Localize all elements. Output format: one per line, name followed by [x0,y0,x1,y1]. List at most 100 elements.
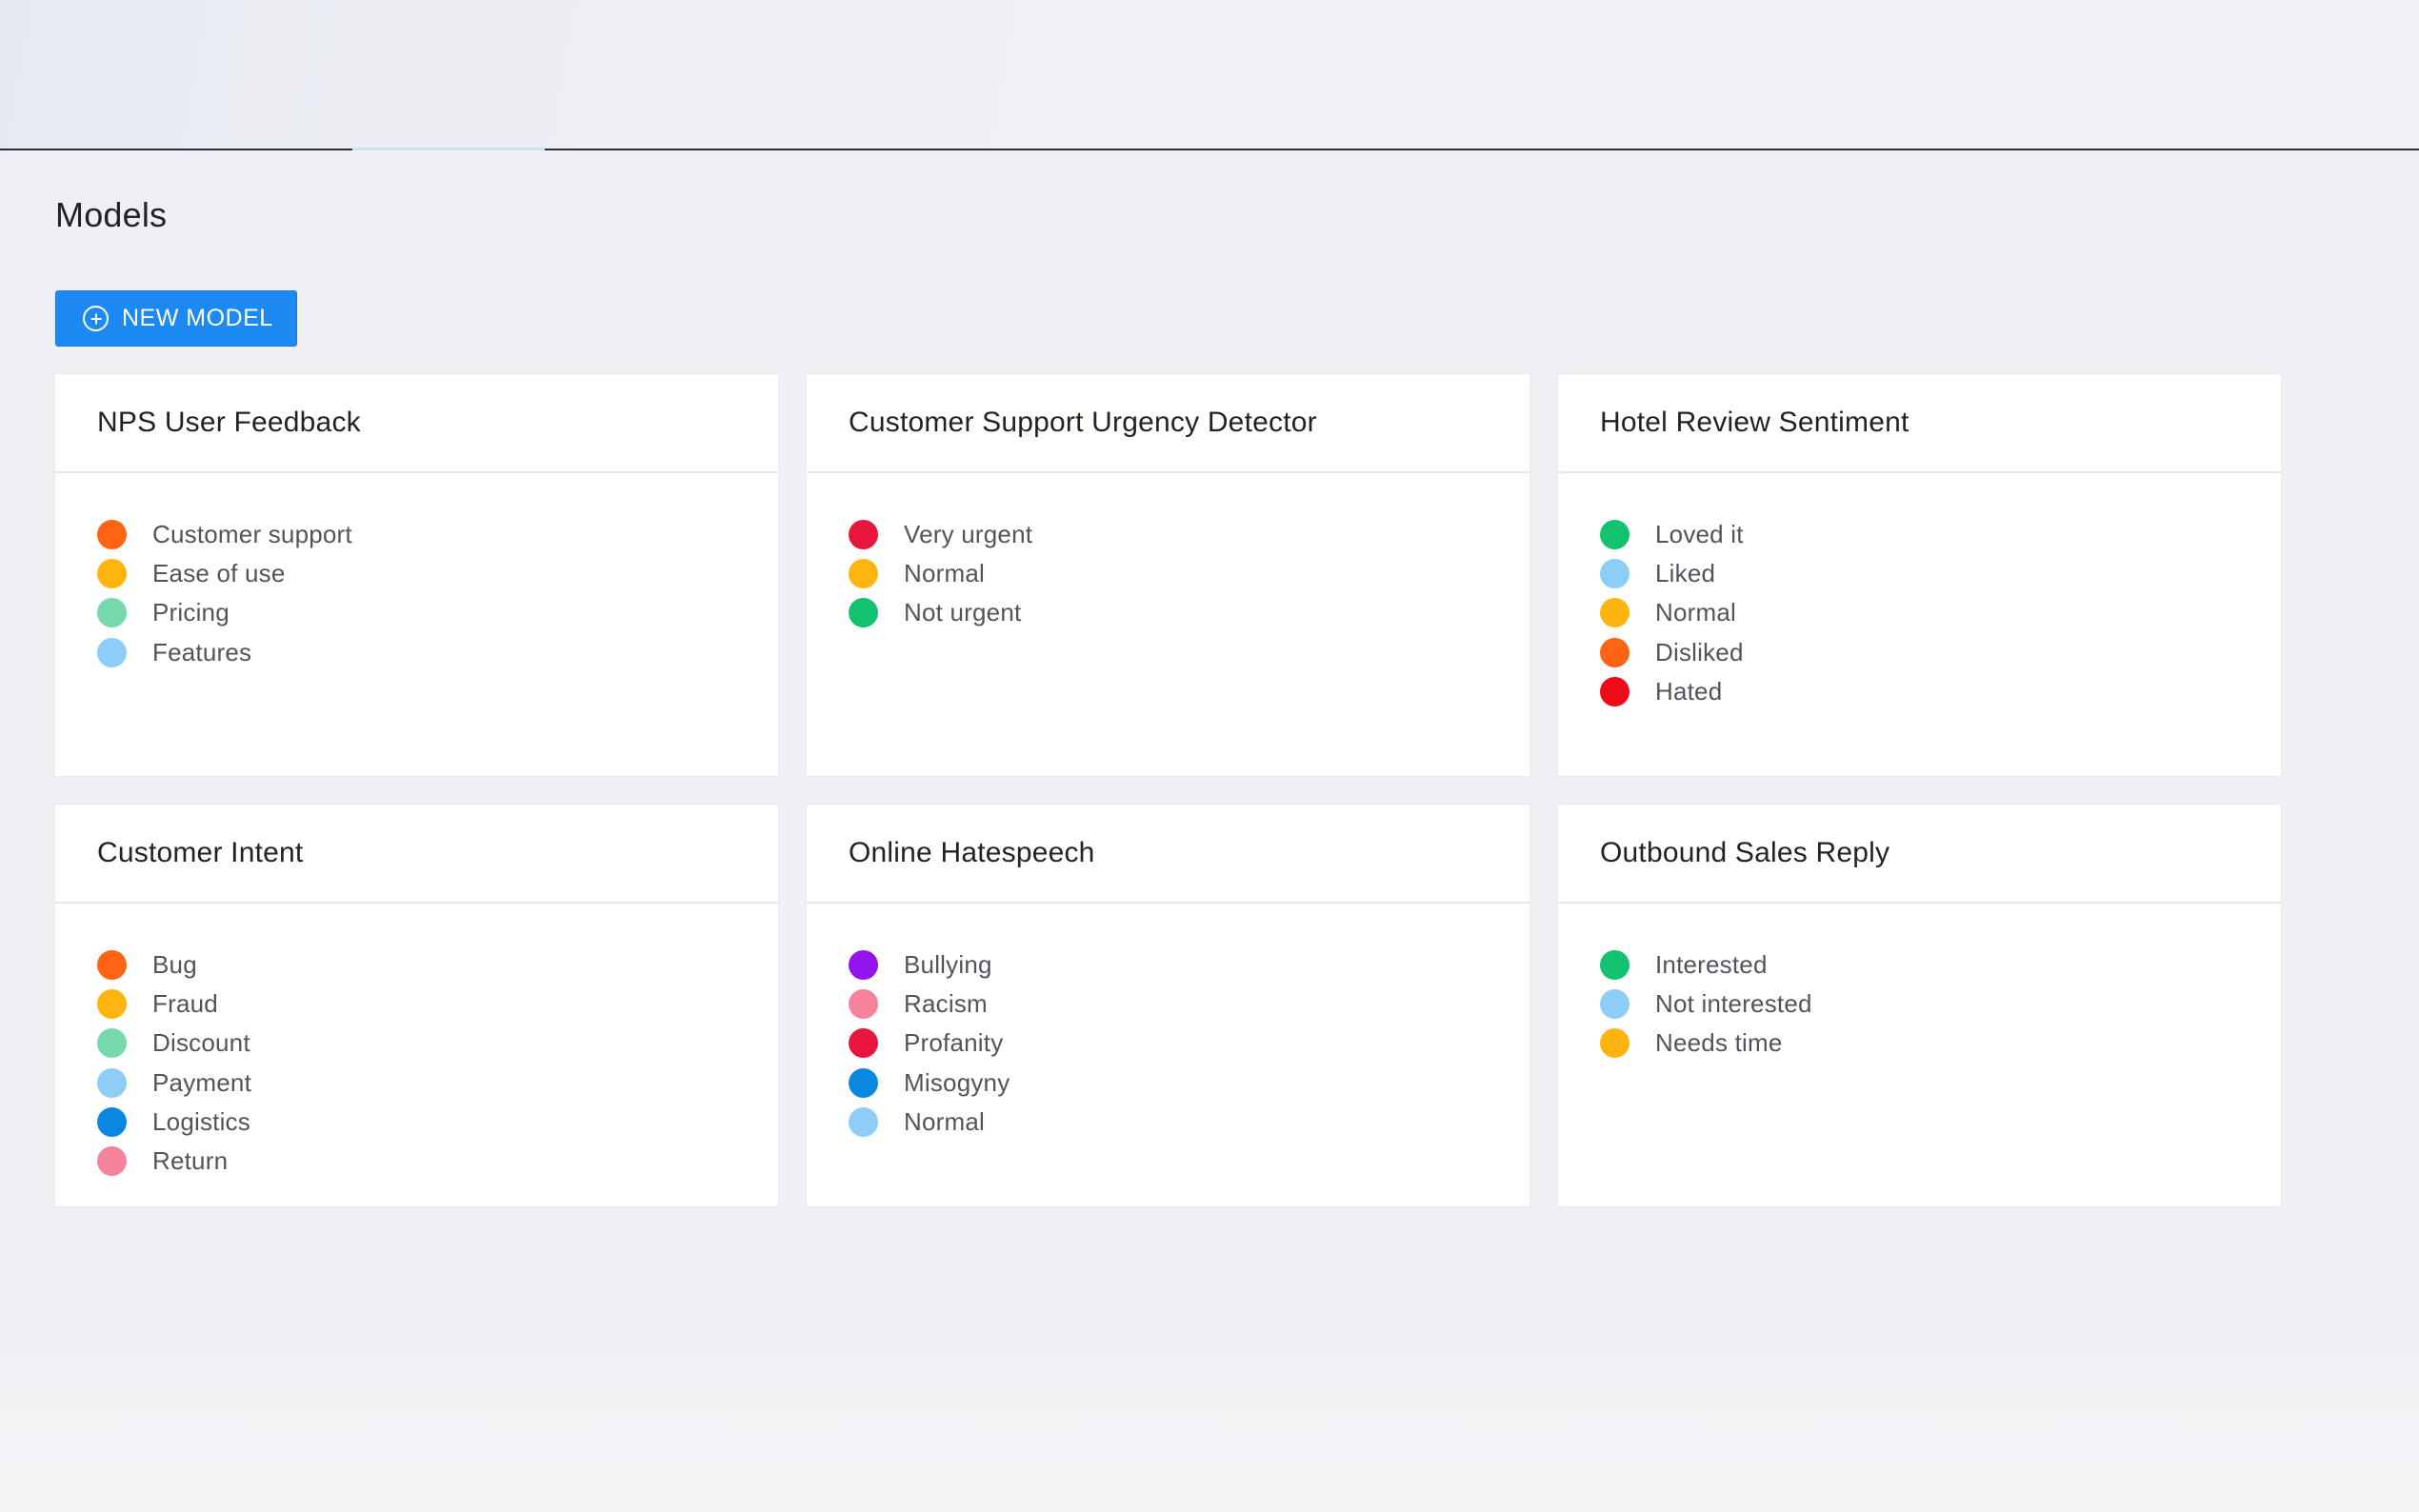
label-color-dot-icon [1600,676,1629,706]
label-name: Interested [1655,950,1768,980]
label-color-dot-icon [1600,637,1629,667]
label-item: Hated [1600,672,2281,711]
label-color-dot-icon [849,559,878,589]
label-color-dot-icon [1600,559,1629,589]
label-color-dot-icon [1600,520,1629,550]
label-item: Payment [97,1064,778,1103]
label-name: Very urgent [904,520,1033,549]
label-item: Not urgent [849,593,1529,632]
model-card[interactable]: Hotel Review Sentiment Loved it Liked Norma… [1558,374,2281,776]
label-color-dot-icon [849,1106,878,1137]
model-grid: NPS User Feedback Customer support Ease of… [55,374,2281,1206]
model-card-header: Online Hatespeech [807,805,1529,904]
label-name: Ease of use [152,559,286,588]
label-color-dot-icon [1600,598,1629,628]
label-item: Features [97,633,778,672]
new-model-button-label: NEW MODEL [122,305,273,331]
label-name: Loved it [1655,520,1744,549]
label-name: Logistics [152,1106,250,1136]
model-card[interactable]: Outbound Sales Reply Interested Not intere… [1558,805,2281,1206]
model-card[interactable]: NPS User Feedback Customer support Ease of… [55,374,778,776]
top-bar [0,0,2419,150]
plus-circle-icon [83,306,109,331]
label-name: Pricing [152,598,230,627]
label-color-dot-icon [97,598,127,628]
model-card-header: Outbound Sales Reply [1558,805,2281,904]
label-color-dot-icon [97,1067,127,1098]
label-item: Racism [849,985,1529,1024]
label-name: Not interested [1655,989,1812,1019]
label-name: Bullying [904,950,992,980]
label-item: Fraud [97,985,778,1024]
model-card[interactable]: Customer Intent Bug Fraud Discount Payment Lo… [55,805,778,1206]
label-item: Discount [97,1024,778,1063]
label-name: Fraud [152,989,218,1019]
model-card[interactable]: Customer Support Urgency Detector Very ur… [807,374,1529,776]
label-item: Logistics [97,1103,778,1142]
model-card-title[interactable]: Online Hatespeech [849,837,1095,869]
model-card-header: NPS User Feedback [55,374,778,473]
model-card-title[interactable]: Outbound Sales Reply [1600,837,1889,869]
label-name: Needs time [1655,1028,1783,1058]
label-color-dot-icon [1600,1028,1629,1059]
label-name: Bug [152,950,197,980]
label-color-dot-icon [849,950,878,981]
label-item: Normal [849,1103,1529,1142]
model-card-header: Customer Intent [55,805,778,904]
label-item: Bullying [849,945,1529,985]
model-card-title[interactable]: Hotel Review Sentiment [1600,407,1909,439]
label-item: Bug [97,945,778,985]
model-card-labels: Bug Fraud Discount Payment Logistics Return [55,904,778,1181]
label-name: Liked [1655,559,1716,588]
label-item: Profanity [849,1024,1529,1063]
label-color-dot-icon [849,598,878,628]
model-card-labels: Bullying Racism Profanity Misogyny Normal [807,904,1529,1142]
label-name: Payment [152,1067,252,1097]
label-color-dot-icon [1600,989,1629,1020]
label-color-dot-icon [97,1106,127,1137]
label-color-dot-icon [849,1067,878,1098]
label-item: Disliked [1600,633,2281,672]
label-item: Loved it [1600,515,2281,554]
label-name: Normal [904,559,985,588]
model-card[interactable]: Online Hatespeech Bullying Racism Profanity… [807,805,1529,1206]
label-color-dot-icon [97,637,127,667]
label-color-dot-icon [97,1146,127,1177]
new-model-button[interactable]: NEW MODEL [55,290,297,347]
model-card-header: Customer Support Urgency Detector [807,374,1529,473]
model-card-title[interactable]: Customer Support Urgency Detector [849,407,1317,439]
label-item: Ease of use [97,554,778,593]
model-card-title[interactable]: Customer Intent [97,837,303,869]
label-item: Pricing [97,593,778,632]
label-name: Normal [904,1106,985,1136]
label-name: Normal [1655,598,1736,627]
label-item: Normal [1600,593,2281,632]
model-card-labels: Customer support Ease of use Pricing Featur… [55,473,778,672]
label-color-dot-icon [97,989,127,1020]
label-color-dot-icon [97,559,127,589]
label-name: Profanity [904,1028,1004,1058]
model-card-labels: Very urgent Normal Not urgent [807,473,1529,633]
label-color-dot-icon [97,1028,127,1059]
model-card-labels: Interested Not interested Needs time [1558,904,2281,1064]
label-item: Return [97,1142,778,1181]
label-item: Misogyny [849,1064,1529,1103]
label-item: Not interested [1600,985,2281,1024]
label-item: Liked [1600,554,2281,593]
label-item: Interested [1600,945,2281,985]
active-tab-indicator [352,148,545,150]
label-name: Customer support [152,520,352,549]
label-name: Disliked [1655,637,1744,666]
label-name: Misogyny [904,1067,1010,1097]
model-card-title[interactable]: NPS User Feedback [97,407,361,439]
label-color-dot-icon [1600,950,1629,981]
page-title: Models [55,195,168,234]
label-color-dot-icon [97,950,127,981]
label-name: Discount [152,1028,250,1058]
label-item: Customer support [97,515,778,554]
label-name: Features [152,637,252,666]
label-name: Hated [1655,676,1723,706]
label-name: Not urgent [904,598,1022,627]
main-content: Models NEW MODEL NPS User Feedback Custom… [0,152,2419,1362]
label-item: Needs time [1600,1024,2281,1063]
